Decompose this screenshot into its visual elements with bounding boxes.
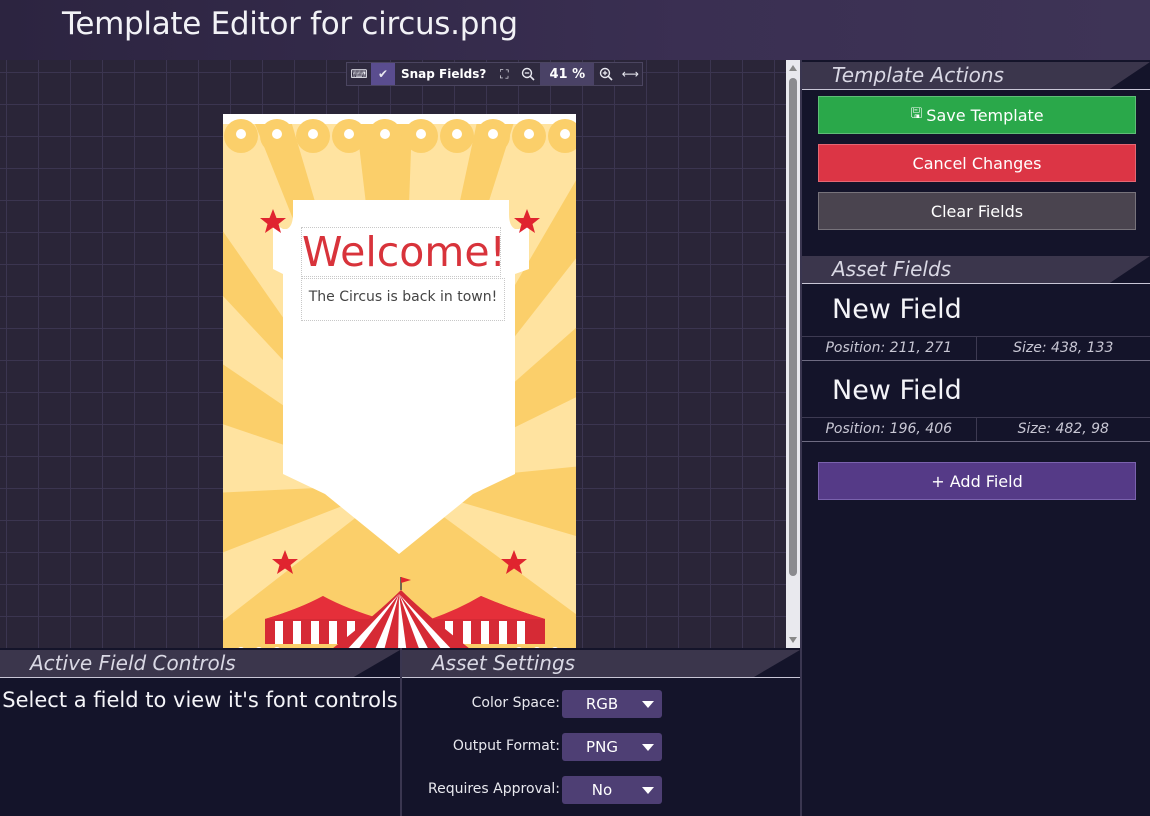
asset-settings-header: Asset Settings bbox=[402, 648, 800, 678]
template-actions-title: Template Actions bbox=[832, 63, 1004, 87]
clear-fields-button[interactable]: Clear Fields bbox=[818, 192, 1136, 230]
output-format-label: Output Format: bbox=[452, 738, 560, 754]
save-icon: 🖫 bbox=[910, 106, 923, 122]
color-space-setting: Color Space: RGB bbox=[402, 690, 802, 718]
canvas-toolbar: ⌨ ✔ Snap Fields? ⛶ 41 % ⟷ bbox=[346, 62, 644, 86]
scroll-thumb[interactable] bbox=[789, 78, 797, 576]
save-template-label: Save Template bbox=[926, 105, 1044, 125]
output-format-value: PNG bbox=[586, 738, 618, 756]
asset-settings-title: Asset Settings bbox=[432, 651, 576, 675]
snap-fields-checkbox[interactable]: ✔ bbox=[371, 63, 395, 85]
color-space-value: RGB bbox=[585, 695, 619, 713]
color-space-label: Color Space: bbox=[471, 695, 560, 711]
active-field-controls-panel: Active Field Controls Select a field to … bbox=[0, 648, 400, 816]
canvas-scrollbar[interactable] bbox=[786, 60, 800, 648]
save-template-button[interactable]: 🖫 Save Template bbox=[818, 96, 1136, 134]
output-format-select[interactable]: PNG bbox=[562, 733, 662, 761]
scroll-up-icon[interactable] bbox=[789, 65, 797, 71]
template-canvas[interactable]: ⌨ ✔ Snap Fields? ⛶ 41 % ⟷ Welcome! The C… bbox=[0, 60, 786, 648]
header: Template Editor for circus.png bbox=[0, 0, 1150, 60]
fit-width-icon[interactable]: ⟷ bbox=[618, 63, 642, 85]
active-field-controls-title: Active Field Controls bbox=[30, 651, 236, 675]
asset-settings-panel: Asset Settings Color Space: RGB Output F… bbox=[400, 648, 800, 816]
template-image: Welcome! The Circus is back in town! bbox=[223, 114, 576, 648]
requires-approval-setting: Requires Approval: No bbox=[402, 776, 802, 804]
chevron-down-icon bbox=[642, 700, 654, 708]
scroll-down-icon[interactable] bbox=[789, 637, 797, 643]
cancel-changes-button[interactable]: Cancel Changes bbox=[818, 144, 1136, 182]
subtitle-text-field[interactable]: The Circus is back in town! bbox=[301, 278, 505, 321]
keyboard-icon[interactable]: ⌨ bbox=[347, 63, 371, 85]
zoom-out-icon[interactable] bbox=[516, 63, 540, 85]
fullscreen-icon[interactable]: ⛶ bbox=[492, 63, 516, 85]
asset-fields-header: Asset Fields bbox=[802, 254, 1150, 284]
snap-fields-label: Snap Fields? bbox=[401, 67, 487, 81]
active-field-controls-header: Active Field Controls bbox=[0, 648, 400, 678]
asset-field-card[interactable]: New Field Position: 211, 271 Size: 438, … bbox=[802, 286, 1150, 361]
add-field-button[interactable]: + Add Field bbox=[818, 462, 1136, 500]
active-field-message: Select a field to view it's font control… bbox=[2, 688, 398, 712]
output-format-setting: Output Format: PNG bbox=[402, 733, 802, 761]
requires-approval-value: No bbox=[591, 781, 613, 799]
zoom-level[interactable]: 41 % bbox=[540, 63, 595, 85]
template-actions-header: Template Actions bbox=[802, 60, 1150, 90]
right-sidebar: Template Actions 🖫 Save Template Cancel … bbox=[800, 60, 1150, 816]
welcome-text-field[interactable]: Welcome! bbox=[301, 227, 506, 277]
field-name: New Field bbox=[832, 294, 962, 325]
field-size: Size: 482, 98 bbox=[1017, 421, 1109, 437]
chevron-down-icon bbox=[642, 743, 654, 751]
color-space-select[interactable]: RGB bbox=[562, 690, 662, 718]
zoom-in-icon[interactable] bbox=[594, 63, 618, 85]
requires-approval-select[interactable]: No bbox=[562, 776, 662, 804]
asset-fields-title: Asset Fields bbox=[832, 257, 952, 281]
field-position: Position: 211, 271 bbox=[802, 337, 977, 360]
requires-approval-label: Requires Approval: bbox=[427, 781, 560, 797]
field-position: Position: 196, 406 bbox=[802, 418, 977, 441]
chevron-down-icon bbox=[642, 786, 654, 794]
circus-poster-art bbox=[223, 114, 576, 648]
field-size: Size: 438, 133 bbox=[1013, 340, 1114, 356]
field-name: New Field bbox=[832, 375, 962, 406]
page-title: Template Editor for circus.png bbox=[62, 6, 518, 42]
asset-field-card[interactable]: New Field Position: 196, 406 Size: 482, … bbox=[802, 367, 1150, 442]
